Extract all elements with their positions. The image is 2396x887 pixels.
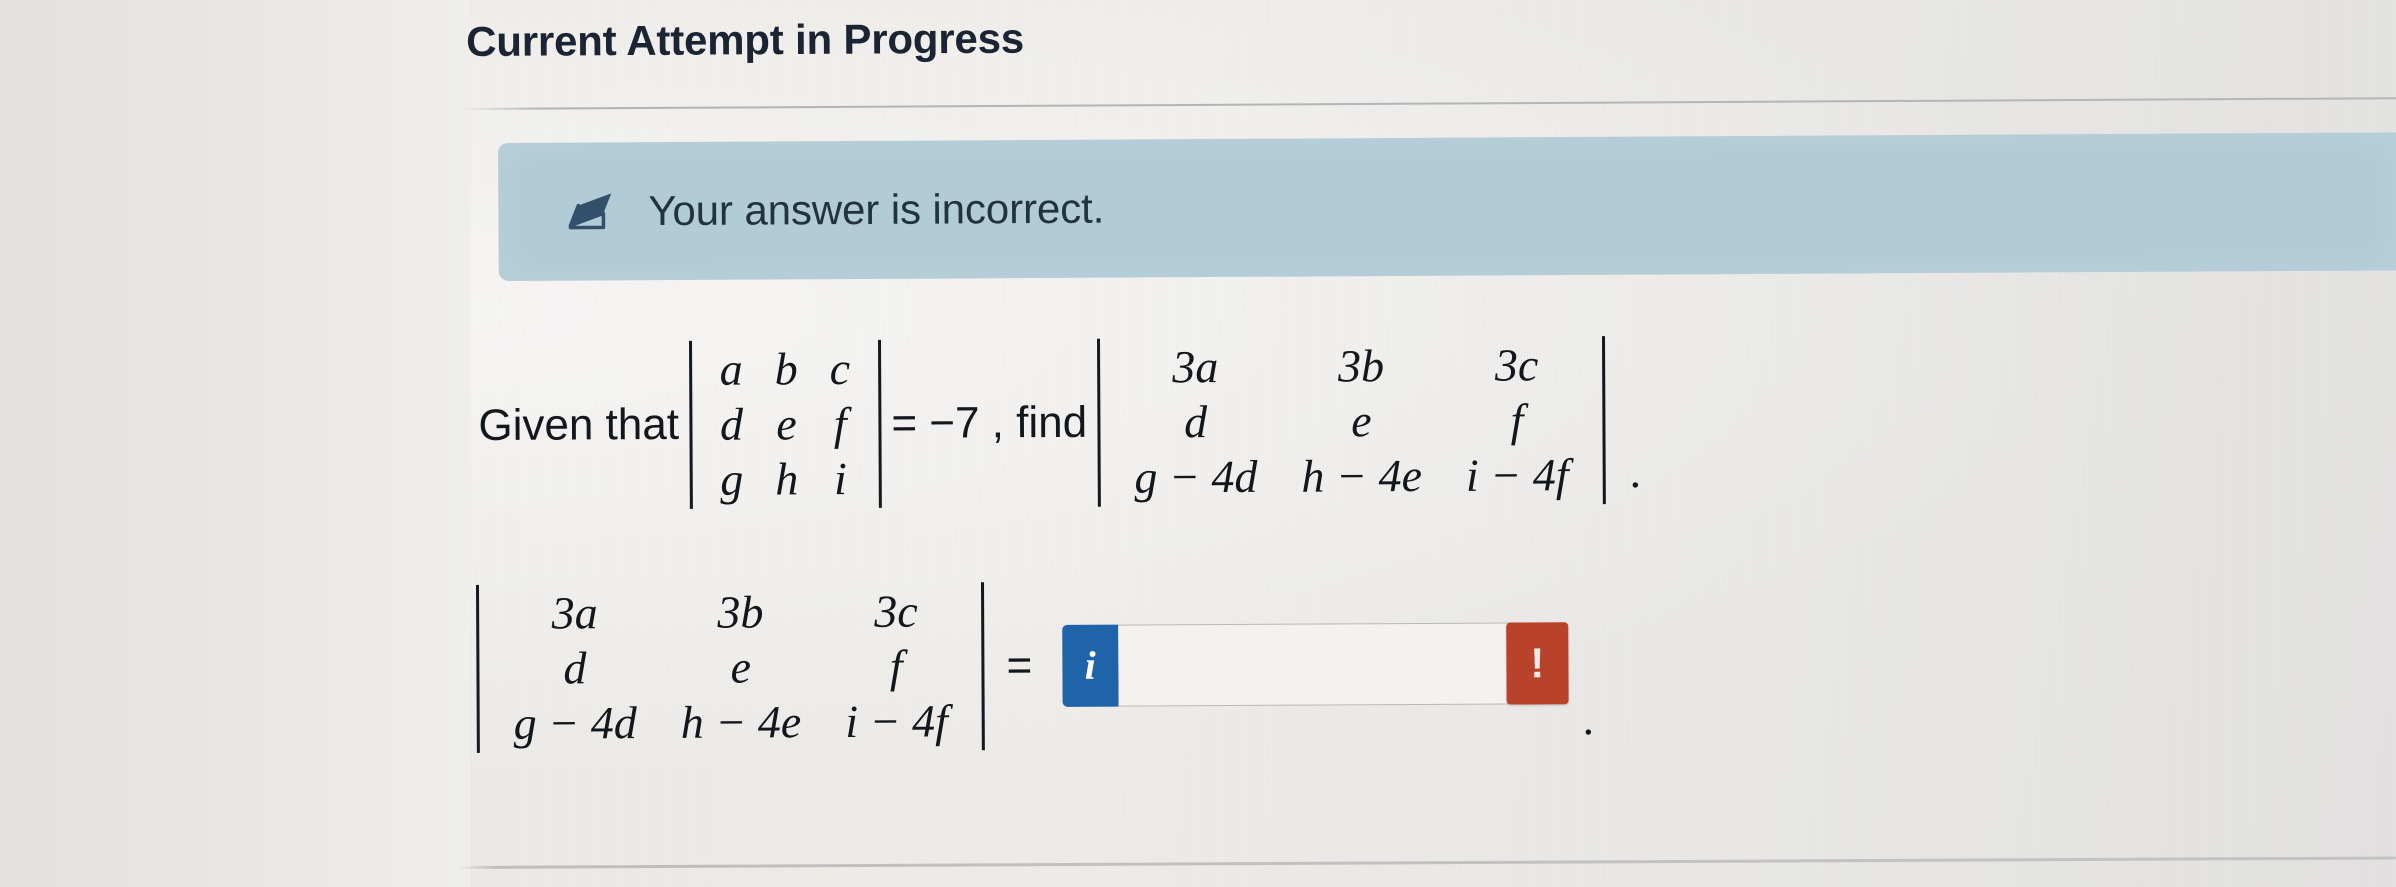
equals-minus-seven-find-label: = −7 , find	[891, 397, 1088, 448]
matrix-cell: g − 4d	[513, 697, 637, 750]
determinant-bar-right	[981, 582, 985, 750]
matrix-cell: i − 4f	[1465, 449, 1569, 502]
equals-sign: =	[1006, 640, 1033, 690]
title-divider	[461, 97, 2396, 110]
answer-input[interactable]	[1118, 622, 1509, 707]
target-determinant: 3a 3b 3c d e f g − 4d h − 4e i − 4f	[1096, 336, 1606, 507]
matrix-cell: g − 4d	[1134, 451, 1258, 504]
matrix-cell: d	[563, 642, 587, 694]
page-content: Current Attempt in Progress Your answer …	[0, 0, 2396, 887]
answer-determinant: 3a 3b 3c d e f g − 4d h − 4e i − 4f	[475, 582, 985, 753]
line2-period: .	[1582, 692, 1595, 744]
matrix-cell: c	[829, 343, 851, 395]
status-banner-message: Your answer is incorrect.	[648, 184, 1105, 235]
matrix-cell: a	[719, 343, 743, 395]
warning-icon-button[interactable]: !	[1506, 622, 1569, 705]
eraser-icon	[548, 175, 620, 247]
determinant-grid: 3a 3b 3c d e f g − 4d h − 4e i − 4f	[1100, 336, 1603, 506]
determinant-grid: a b c d e f g h i	[692, 340, 879, 509]
matrix-cell: g	[720, 454, 744, 506]
matrix-cell: d	[719, 398, 744, 450]
given-that-label: Given that	[478, 399, 680, 450]
given-determinant: a b c d e f g h i	[688, 339, 882, 509]
page-title: Current Attempt in Progress	[466, 14, 1025, 65]
matrix-cell: 3b	[1337, 340, 1385, 392]
screenshot-root: Current Attempt in Progress Your answer …	[0, 0, 2396, 887]
matrix-cell: h	[775, 453, 799, 505]
matrix-cell: 3c	[1494, 339, 1539, 391]
matrix-cell: f	[889, 640, 903, 693]
matrix-cell: i − 4f	[845, 695, 948, 748]
matrix-cell: h − 4e	[680, 696, 802, 749]
matrix-cell: d	[1183, 396, 1208, 448]
matrix-cell: f	[1510, 394, 1524, 446]
matrix-cell: h − 4e	[1301, 450, 1423, 503]
line1-period: .	[1629, 445, 1642, 497]
matrix-cell: i	[833, 453, 848, 505]
matrix-cell: 3c	[874, 585, 918, 637]
bottom-divider	[457, 856, 2396, 869]
info-icon-button[interactable]: i	[1062, 624, 1119, 707]
matrix-cell: 3a	[551, 587, 598, 639]
answer-entry-line: 3a 3b 3c d e f g − 4d h − 4e i − 4f = i …	[466, 579, 1594, 753]
matrix-cell: 3b	[717, 586, 764, 638]
problem-statement-line: Given that a b c d e f g h i = −7 , find	[478, 336, 1641, 510]
matrix-cell: f	[833, 398, 847, 450]
determinant-grid: 3a 3b 3c d e f g − 4d h − 4e i − 4f	[479, 582, 982, 752]
matrix-cell: b	[774, 343, 798, 395]
matrix-cell: e	[730, 641, 752, 693]
matrix-cell: e	[776, 398, 797, 450]
matrix-cell: e	[1351, 395, 1372, 447]
answer-widget: i !	[1062, 622, 1569, 707]
determinant-bar-right	[1601, 336, 1606, 504]
status-banner: Your answer is incorrect.	[498, 132, 2396, 281]
matrix-cell: 3a	[1172, 341, 1219, 393]
determinant-bar-right	[877, 339, 882, 508]
